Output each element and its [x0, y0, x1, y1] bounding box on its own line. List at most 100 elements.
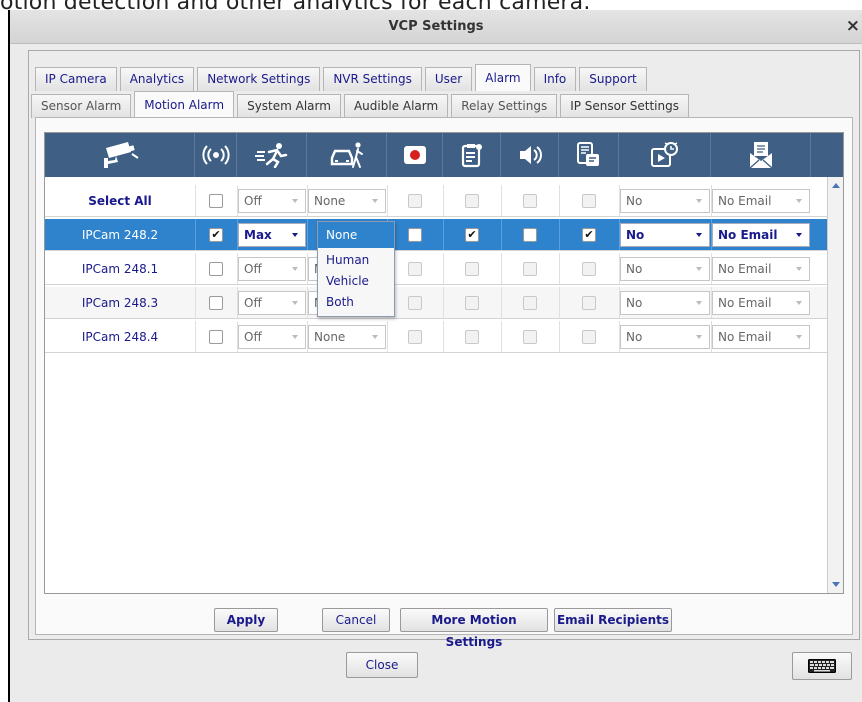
sensitivity-select[interactable]: Off: [238, 257, 306, 281]
email-select[interactable]: No Email: [712, 189, 810, 213]
record-checkbox[interactable]: [408, 295, 422, 310]
dropdown-option-both[interactable]: Both: [318, 293, 394, 311]
dropdown-option-human[interactable]: Human: [318, 251, 394, 269]
event_log-cell: [443, 287, 501, 318]
event_log-checkbox[interactable]: ✔: [465, 227, 479, 242]
cancel-button[interactable]: Cancel: [322, 608, 390, 632]
snapshot-select[interactable]: No: [620, 257, 710, 281]
push-checkbox[interactable]: ✔: [582, 227, 596, 242]
running-person-icon: [254, 142, 289, 168]
column-divider: [443, 287, 444, 318]
tab-ip-camera[interactable]: IP Camera: [35, 67, 117, 91]
table-row[interactable]: IPCam 248.1OffNoneNoNo Email: [45, 253, 827, 285]
motion-checkbox[interactable]: [209, 329, 223, 344]
object-type-dropdown-list: None Human Vehicle Both: [317, 221, 395, 317]
push-cell: [559, 253, 619, 284]
email-select[interactable]: No Email: [712, 257, 810, 281]
scroll-down-arrow-icon[interactable]: [832, 582, 840, 587]
subtab-ip-sensor-settings[interactable]: IP Sensor Settings: [560, 94, 689, 118]
sensitivity-select[interactable]: Off: [238, 325, 306, 349]
buzzer-checkbox[interactable]: [523, 193, 537, 208]
motion-checkbox[interactable]: [209, 261, 223, 276]
column-divider: [619, 287, 620, 318]
snapshot-select[interactable]: No: [620, 189, 710, 213]
snapshot-select[interactable]: No: [620, 291, 710, 315]
snapshot-select[interactable]: No: [620, 325, 710, 349]
push-checkbox[interactable]: [582, 193, 596, 208]
object_type-select[interactable]: None: [308, 189, 386, 213]
chevron-down-icon: [292, 335, 298, 339]
camera-name: Select All: [88, 193, 152, 208]
motion-checkbox[interactable]: ✔: [209, 227, 223, 242]
buzzer-checkbox[interactable]: [523, 261, 537, 276]
table-row[interactable]: IPCam 248.4 Off None No No Email: [45, 321, 827, 353]
speaker-icon: [517, 144, 543, 166]
snapshot-select[interactable]: No: [620, 223, 710, 247]
subtab-relay-settings[interactable]: Relay Settings: [451, 94, 558, 118]
keyboard-button[interactable]: [792, 652, 852, 680]
event_log-checkbox[interactable]: [465, 261, 479, 276]
car-and-person-icon: [329, 141, 365, 169]
record-checkbox[interactable]: [408, 193, 422, 208]
push-cell: [559, 287, 619, 318]
email-select[interactable]: No Email: [712, 223, 810, 247]
push-checkbox[interactable]: [582, 329, 596, 344]
column-divider: [711, 253, 712, 284]
record-cell: [387, 253, 443, 284]
motion-cell: [195, 253, 237, 284]
push-checkbox[interactable]: [582, 261, 596, 276]
tab-nvr-settings[interactable]: NVR Settings: [323, 67, 422, 91]
sensitivity-select[interactable]: Off: [238, 291, 306, 315]
motion-checkbox[interactable]: [209, 295, 223, 310]
column-divider: [619, 185, 620, 216]
email-recipients-button[interactable]: Email Recipients: [554, 608, 672, 632]
record-checkbox[interactable]: [408, 261, 422, 276]
record-cell: [387, 185, 443, 216]
object_type-select[interactable]: None: [308, 325, 386, 349]
event_log-checkbox[interactable]: [465, 193, 479, 208]
tab-network-settings[interactable]: Network Settings: [197, 67, 321, 91]
scroll-up-arrow-icon[interactable]: [832, 183, 840, 188]
sensitivity-select[interactable]: Max: [238, 223, 306, 247]
camera-name: IPCam 248.2: [81, 227, 159, 242]
motion-checkbox[interactable]: [209, 193, 223, 208]
record-cell: [387, 321, 443, 352]
buzzer-checkbox[interactable]: [523, 329, 537, 344]
subtab-sensor-alarm[interactable]: Sensor Alarm: [31, 94, 132, 118]
subtab-audible-alarm[interactable]: Audible Alarm: [343, 94, 449, 118]
column-divider: [501, 185, 502, 216]
sensitivity-select[interactable]: Off: [238, 189, 306, 213]
push-cell: ✔: [559, 219, 619, 250]
email-select[interactable]: No Email: [712, 325, 810, 349]
vertical-scrollbar[interactable]: [827, 177, 843, 593]
window-close-icon[interactable]: ×: [846, 16, 860, 36]
tab-info[interactable]: Info: [533, 67, 577, 91]
tab-analytics[interactable]: Analytics: [119, 67, 195, 91]
dropdown-option-vehicle[interactable]: Vehicle: [318, 272, 394, 290]
event_log-checkbox[interactable]: [465, 329, 479, 344]
event_log-cell: [443, 185, 501, 216]
close-button[interactable]: Close: [346, 652, 418, 678]
table-row[interactable]: Select All Off None No No Email: [45, 185, 827, 217]
dropdown-option-none[interactable]: None: [318, 222, 394, 248]
column-header-buzzer: [501, 133, 559, 177]
push-checkbox[interactable]: [582, 295, 596, 310]
subtab-motion-alarm[interactable]: Motion Alarm: [134, 91, 235, 118]
more-motion-settings-button[interactable]: More Motion Settings: [400, 608, 548, 649]
apply-button[interactable]: Apply: [214, 608, 278, 632]
buzzer-cell: [501, 219, 559, 250]
table-row[interactable]: IPCam 248.3OffNoneNoNo Email: [45, 287, 827, 319]
main-tab-bar: IP Camera Analytics Network Settings NVR Se…: [35, 64, 650, 91]
subtab-system-alarm[interactable]: System Alarm: [237, 94, 341, 118]
buzzer-checkbox[interactable]: [523, 227, 537, 242]
record-checkbox[interactable]: [408, 329, 422, 344]
email-select[interactable]: No Email: [712, 291, 810, 315]
event_log-checkbox[interactable]: [465, 295, 479, 310]
table-row[interactable]: IPCam 248.2 ✔ Max ✔ ✔ No No Email: [45, 219, 827, 251]
buzzer-checkbox[interactable]: [523, 295, 537, 310]
tab-alarm[interactable]: Alarm: [475, 64, 531, 91]
motion-cell: [195, 185, 237, 216]
tab-support[interactable]: Support: [579, 67, 647, 91]
record-checkbox[interactable]: [408, 227, 422, 242]
tab-user[interactable]: User: [424, 67, 473, 91]
